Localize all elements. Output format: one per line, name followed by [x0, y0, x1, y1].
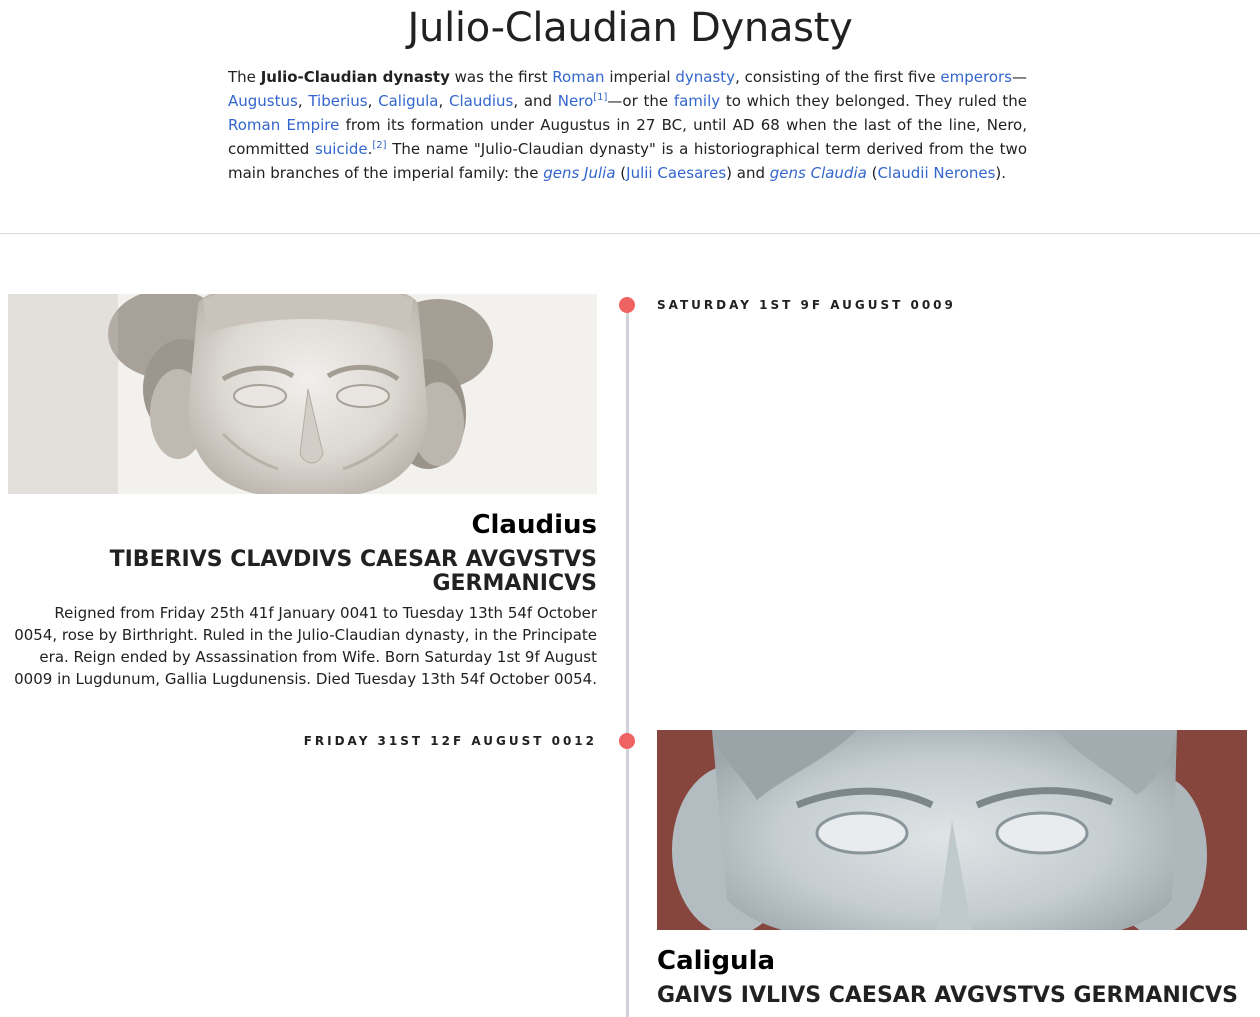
caligula-portrait[interactable]: [657, 730, 1247, 930]
timeline-line: [626, 307, 629, 1017]
intro-text: was the first: [449, 68, 553, 86]
reference-2[interactable]: [2]: [372, 140, 386, 151]
page-title: Julio-Claudian Dynasty: [407, 5, 853, 51]
intro-paragraph: The Julio-Claudian dynasty was the first…: [228, 65, 1027, 185]
intro-text: ).: [995, 164, 1007, 182]
link-claudius[interactable]: Claudius: [449, 92, 513, 110]
timeline-marker: [619, 733, 635, 749]
reference-1-link[interactable]: [1]: [593, 92, 607, 103]
intro-text: —: [1012, 68, 1027, 86]
link-roman-empire[interactable]: Roman Empire: [228, 116, 339, 134]
entry-latin-name-claudius: TIBERIVS CLAVDIVS CAESAR AVGVSTVS GERMAN…: [109, 547, 597, 596]
link-caligula[interactable]: Caligula: [378, 92, 438, 110]
timeline-marker: [619, 297, 635, 313]
claudius-portrait[interactable]: [8, 294, 597, 494]
link-emperors[interactable]: emperors: [940, 68, 1012, 86]
intro-text: to which they belonged. They ruled the: [720, 92, 1028, 110]
link-claudii-nerones[interactable]: Claudii Nerones: [877, 164, 995, 182]
intro-text: imperial: [604, 68, 676, 86]
link-augustus[interactable]: Augustus: [228, 92, 298, 110]
claudius-bust-image: [8, 294, 597, 494]
reference-1[interactable]: [1]: [593, 92, 607, 103]
intro-text: The: [228, 68, 261, 86]
timeline-date-claudius: SATURDAY 1ST 9F AUGUST 0009: [657, 298, 956, 312]
link-dynasty[interactable]: dynasty: [675, 68, 735, 86]
caligula-bust-image: [657, 730, 1247, 930]
link-julii-caesares[interactable]: Julii Caesares: [626, 164, 726, 182]
intro-text: (: [866, 164, 878, 182]
link-gens-claudia[interactable]: gens Claudia: [770, 164, 867, 182]
entry-name-caligula: Caligula: [657, 946, 776, 976]
link-nero[interactable]: Nero: [558, 92, 593, 110]
entry-latin-name-caligula: GAIVS IVLIVS CAESAR AVGVSTVS GERMANICVS: [657, 983, 1239, 1008]
intro-text: ,: [438, 92, 449, 110]
link-gens-julia[interactable]: gens Julia: [543, 164, 615, 182]
timeline-date-caligula: FRIDAY 31ST 12F AUGUST 0012: [303, 734, 597, 748]
link-roman[interactable]: Roman: [552, 68, 604, 86]
link-tiberius[interactable]: Tiberius: [308, 92, 367, 110]
intro-text: ,: [367, 92, 379, 110]
section-divider: [0, 233, 1260, 234]
intro-text: , consisting of the first five: [735, 68, 941, 86]
link-family[interactable]: family: [674, 92, 720, 110]
intro-text: —or the: [607, 92, 674, 110]
intro-text: , and: [513, 92, 558, 110]
entry-description-claudius: Reigned from Friday 25th 41f January 004…: [14, 604, 597, 688]
link-suicide[interactable]: suicide: [315, 140, 368, 158]
intro-text: (: [615, 164, 627, 182]
intro-bold-term: Julio-Claudian dynasty: [260, 68, 450, 86]
intro-text: ,: [297, 92, 309, 110]
intro-text: ) and: [726, 164, 770, 182]
entry-name-claudius: Claudius: [471, 510, 597, 540]
reference-2-link[interactable]: [2]: [372, 140, 386, 151]
